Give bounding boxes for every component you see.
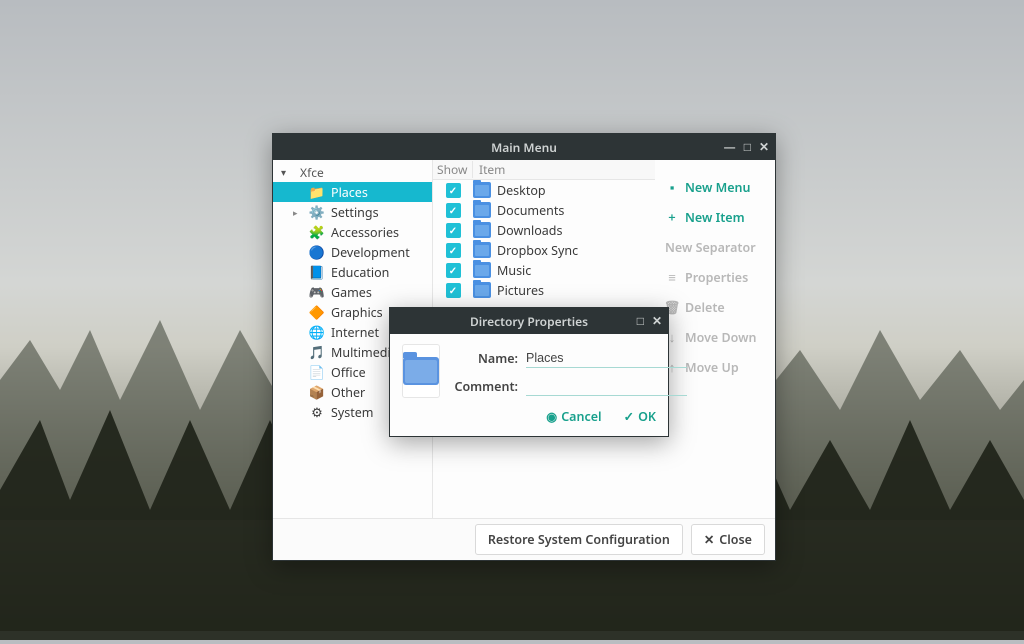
folder-icon xyxy=(473,202,491,218)
development-icon: 🔵 xyxy=(309,244,325,260)
sidebar-item-label: Other xyxy=(331,384,365,401)
list-icon: ≡ xyxy=(665,268,679,286)
item-label: Desktop xyxy=(497,182,546,199)
dialog-close-icon[interactable]: ✕ xyxy=(652,315,662,327)
sidebar-item-games[interactable]: 🎮 Games xyxy=(273,282,432,302)
column-show[interactable]: Show xyxy=(433,161,473,178)
folder-icon xyxy=(473,282,491,298)
properties-button[interactable]: ≡ Properties xyxy=(665,262,763,292)
dialog-title: Directory Properties xyxy=(470,313,588,330)
ok-button[interactable]: ✓ OK xyxy=(624,408,656,425)
show-checkbox[interactable]: ✓ xyxy=(446,183,461,198)
sidebar-item-accessories[interactable]: 🧩 Accessories xyxy=(273,222,432,242)
directory-properties-dialog: Directory Properties □ ✕ Name: Comment: xyxy=(389,307,669,437)
new-item-button[interactable]: + New Item xyxy=(665,202,763,232)
graphics-icon: 🔶 xyxy=(309,304,325,320)
footer: Restore System Configuration ✕ Close xyxy=(273,518,775,560)
name-input[interactable] xyxy=(526,349,687,368)
comment-label: Comment: xyxy=(452,378,518,395)
item-label: Dropbox Sync xyxy=(497,242,578,259)
file-plus-icon: ▪ xyxy=(665,178,679,196)
restore-button[interactable]: Restore System Configuration xyxy=(475,524,683,555)
places-icon: 📁 xyxy=(309,184,325,200)
item-label: Music xyxy=(497,262,531,279)
chevron-right-icon: ▸ xyxy=(293,206,303,219)
show-checkbox[interactable]: ✓ xyxy=(446,283,461,298)
education-icon: 📘 xyxy=(309,264,325,280)
office-icon: 📄 xyxy=(309,364,325,380)
close-icon[interactable]: ✕ xyxy=(759,141,769,153)
column-item[interactable]: Item xyxy=(473,161,505,178)
sidebar-item-label: Office xyxy=(331,364,366,381)
comment-input[interactable] xyxy=(526,377,687,396)
item-row[interactable]: ✓ Dropbox Sync xyxy=(433,240,655,260)
new-separator-button[interactable]: New Separator xyxy=(665,232,763,262)
games-icon: 🎮 xyxy=(309,284,325,300)
sidebar-root-label: Xfce xyxy=(300,164,324,181)
folder-icon xyxy=(473,262,491,278)
settings-icon: ⚙️ xyxy=(309,204,325,220)
sidebar-item-development[interactable]: 🔵 Development xyxy=(273,242,432,262)
folder-icon xyxy=(403,357,439,385)
minimize-icon[interactable]: — xyxy=(724,141,736,153)
name-label: Name: xyxy=(452,350,518,367)
other-icon: 📦 xyxy=(309,384,325,400)
cancel-icon: ◉ xyxy=(546,408,557,425)
internet-icon: 🌐 xyxy=(309,324,325,340)
sidebar-item-label: Places xyxy=(331,184,368,201)
dialog-icon-button[interactable] xyxy=(402,344,440,398)
show-checkbox[interactable]: ✓ xyxy=(446,263,461,278)
x-icon: ✕ xyxy=(704,531,714,548)
sidebar-item-places[interactable]: 📁 Places xyxy=(273,182,432,202)
sidebar-item-label: System xyxy=(331,404,373,421)
show-checkbox[interactable]: ✓ xyxy=(446,243,461,258)
main-titlebar[interactable]: Main Menu — □ ✕ xyxy=(273,134,775,160)
sidebar-item-label: Graphics xyxy=(331,304,383,321)
sidebar-item-settings[interactable]: ▸ ⚙️ Settings xyxy=(273,202,432,222)
show-checkbox[interactable]: ✓ xyxy=(446,223,461,238)
sidebar-item-label: Internet xyxy=(331,324,379,341)
sidebar-root[interactable]: ▾ Xfce xyxy=(273,162,432,182)
delete-button[interactable]: 🗑 Delete xyxy=(665,292,763,322)
maximize-icon[interactable]: □ xyxy=(744,141,751,153)
item-row[interactable]: ✓ Downloads xyxy=(433,220,655,240)
item-label: Documents xyxy=(497,202,564,219)
item-row[interactable]: ✓ Pictures xyxy=(433,280,655,300)
folder-icon xyxy=(473,222,491,238)
item-row[interactable]: ✓ Documents xyxy=(433,200,655,220)
main-title: Main Menu xyxy=(491,139,557,156)
caret-down-icon: ▾ xyxy=(281,165,286,179)
system-icon: ⚙ xyxy=(309,404,325,420)
folder-icon xyxy=(473,182,491,198)
show-checkbox[interactable]: ✓ xyxy=(446,203,461,218)
item-row[interactable]: ✓ Music xyxy=(433,260,655,280)
sidebar-item-label: Multimedia xyxy=(331,344,398,361)
sidebar-item-education[interactable]: 📘 Education xyxy=(273,262,432,282)
sidebar-item-label: Games xyxy=(331,284,372,301)
close-button[interactable]: ✕ Close xyxy=(691,524,765,555)
item-label: Downloads xyxy=(497,222,562,239)
dialog-maximize-icon[interactable]: □ xyxy=(637,315,644,327)
check-icon: ✓ xyxy=(624,408,634,425)
sidebar-item-label: Education xyxy=(331,264,389,281)
folder-icon xyxy=(473,242,491,258)
item-row[interactable]: ✓ Desktop xyxy=(433,180,655,200)
plus-icon: + xyxy=(665,208,679,226)
item-label: Pictures xyxy=(497,282,544,299)
sidebar-item-label: Accessories xyxy=(331,224,399,241)
dialog-titlebar[interactable]: Directory Properties □ ✕ xyxy=(390,308,668,334)
sidebar-item-label: Development xyxy=(331,244,410,261)
new-menu-button[interactable]: ▪ New Menu xyxy=(665,172,763,202)
actions-pane: ▪ New Menu + New Item New Separator ≡ Pr… xyxy=(655,160,775,518)
sidebar-item-label: Settings xyxy=(331,204,379,221)
accessories-icon: 🧩 xyxy=(309,224,325,240)
multimedia-icon: 🎵 xyxy=(309,344,325,360)
cancel-button[interactable]: ◉ Cancel xyxy=(546,408,601,425)
